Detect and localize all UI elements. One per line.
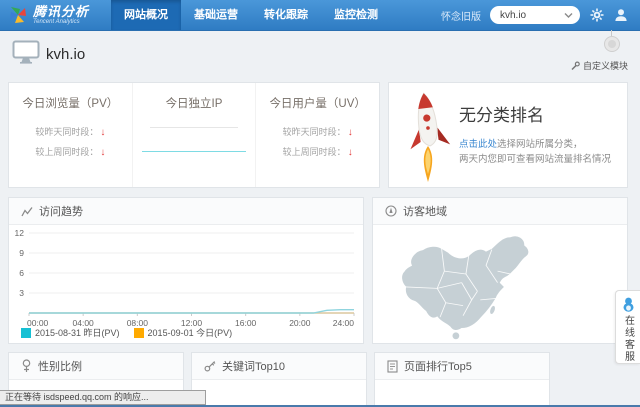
- ranking-card: 无分类排名 点击此处选择网站所属分类， 两天内您即可查看网站流量排名情况: [388, 82, 628, 188]
- ranking-line1: 点击此处选择网站所属分类，: [459, 139, 583, 150]
- china-map: [400, 235, 530, 340]
- top-header: 腾讯分析 Tencent Analytics 网站概况 基础运营 转化跟踪 监控…: [0, 0, 640, 31]
- tencent-analytics-dashboard: 腾讯分析 Tencent Analytics 网站概况 基础运营 转化跟踪 监控…: [0, 0, 640, 407]
- settings-button[interactable]: [589, 8, 604, 23]
- page-ranking-top5-title: 页面排行Top5: [404, 361, 472, 373]
- medal-icon: [604, 36, 620, 52]
- visitor-region-title: 访客地域: [403, 206, 447, 218]
- stat-ip: 今日独立IP: [131, 83, 256, 187]
- user-account-button[interactable]: [613, 8, 628, 23]
- nav-site-overview[interactable]: 网站概况: [111, 0, 182, 30]
- qq-penguin-icon: [623, 297, 633, 312]
- down-arrow-icon: ↓: [347, 127, 353, 138]
- online-service-button[interactable]: 在线客服: [615, 290, 640, 364]
- ranking-title: 无分类排名: [459, 106, 544, 125]
- gender-ratio-title: 性别比例: [38, 361, 82, 373]
- svg-text:6: 6: [19, 268, 24, 278]
- main-nav: 网站概况 基础运营 转化跟踪 监控检测: [111, 0, 391, 30]
- stat-uv: 今日用户量（UV） 较昨天同时段： ↓ 较上周同时段： ↓: [255, 83, 379, 187]
- svg-text:12: 12: [15, 228, 25, 238]
- svg-text:9: 9: [19, 248, 24, 258]
- nav-conversion-tracking[interactable]: 转化跟踪: [251, 0, 321, 30]
- user-icon: [614, 9, 627, 21]
- svg-text:16:00: 16:00: [235, 318, 257, 328]
- svg-text:24:00: 24:00: [333, 318, 355, 328]
- ip-title: 今日独立IP: [165, 98, 223, 110]
- page-ranking-top5-card: 页面排行Top5: [374, 352, 550, 407]
- key-icon: [204, 361, 216, 372]
- online-service-label: 在线客服: [622, 315, 634, 363]
- ip-placeholder-line-accent: [142, 151, 246, 152]
- nav-monitor-detect[interactable]: 监控检测: [321, 0, 391, 30]
- pv-vs-yesterday: 较昨天同时段： ↓: [35, 127, 106, 138]
- page-icon: [387, 359, 398, 373]
- down-arrow-icon: ↓: [100, 147, 106, 158]
- logo-title: 腾讯分析: [33, 4, 90, 19]
- pv-title: 今日浏览量（PV）: [22, 98, 119, 110]
- ip-placeholder-line: [150, 127, 238, 128]
- keywords-top10-card: 关键词Top10: [191, 352, 367, 407]
- keywords-top10-title: 关键词Top10: [222, 361, 285, 373]
- legend-yesterday[interactable]: 2015-08-31 昨日(PV): [21, 326, 120, 339]
- site-selector-dropdown[interactable]: kvh.io: [490, 6, 580, 24]
- uv-vs-lastweek: 较上周同时段： ↓: [282, 147, 353, 158]
- svg-text:3: 3: [19, 288, 24, 298]
- ranking-line2: 两天内您即可查看网站流量排名情况: [459, 154, 612, 165]
- old-version-link[interactable]: 怀念旧版: [441, 8, 481, 23]
- site-selector-value: kvh.io: [500, 9, 527, 21]
- logo-subtitle: Tencent Analytics: [33, 19, 80, 25]
- chevron-down-icon: [564, 13, 573, 18]
- customize-modules-button[interactable]: 自定义模块: [570, 59, 628, 72]
- today-stats-card: 今日浏览量（PV） 较昨天同时段： ↓ 较上周同时段： ↓ 今日独立IP 今日用户量…: [8, 82, 380, 188]
- visit-trend-card: 访问趋势 3 6 9 12 00:00 04:00 08:00 12:00 16:00 20:00…: [8, 197, 364, 344]
- visitor-region-header: 访客地域: [373, 198, 627, 225]
- uv-vs-yesterday: 较昨天同时段： ↓: [282, 127, 353, 138]
- select-category-link[interactable]: 点击此处: [459, 139, 497, 150]
- visit-trend-header: 访问趋势: [9, 198, 363, 225]
- monitor-icon: [12, 40, 40, 64]
- hanging-badge[interactable]: [604, 30, 620, 52]
- stat-pv: 今日浏览量（PV） 较昨天同时段： ↓ 较上周同时段： ↓: [9, 83, 132, 187]
- legend-today[interactable]: 2015-09-01 今日(PV): [133, 326, 232, 339]
- legend-swatch-yesterday: [21, 327, 31, 338]
- gender-icon: [22, 359, 31, 372]
- uv-title: 今日用户量（UV）: [269, 98, 366, 110]
- pv-vs-lastweek: 较上周同时段： ↓: [35, 147, 106, 158]
- legend-swatch-today: [133, 327, 144, 338]
- rocket-icon: [410, 92, 451, 182]
- browser-status-bar: 正在等待 isdspeed.qq.com 的响应...: [0, 390, 206, 405]
- nav-basic-operation[interactable]: 基础运营: [181, 0, 251, 30]
- pinwheel-logo-icon: [10, 7, 26, 23]
- down-arrow-icon: ↓: [347, 147, 353, 158]
- trend-line-icon: [21, 206, 33, 216]
- site-title: kvh.io: [46, 46, 86, 63]
- down-arrow-icon: ↓: [100, 127, 106, 138]
- gear-icon: [590, 8, 603, 22]
- trend-legend: 2015-08-31 昨日(PV) 2015-09-01 今日(PV): [21, 326, 232, 339]
- visit-trend-title: 访问趋势: [39, 206, 83, 218]
- brand-logo[interactable]: 腾讯分析 Tencent Analytics: [8, 5, 89, 25]
- visitor-region-card: 访客地域: [372, 197, 628, 344]
- wrench-icon: [571, 61, 580, 70]
- svg-text:20:00: 20:00: [289, 318, 311, 328]
- compass-icon: [385, 205, 397, 217]
